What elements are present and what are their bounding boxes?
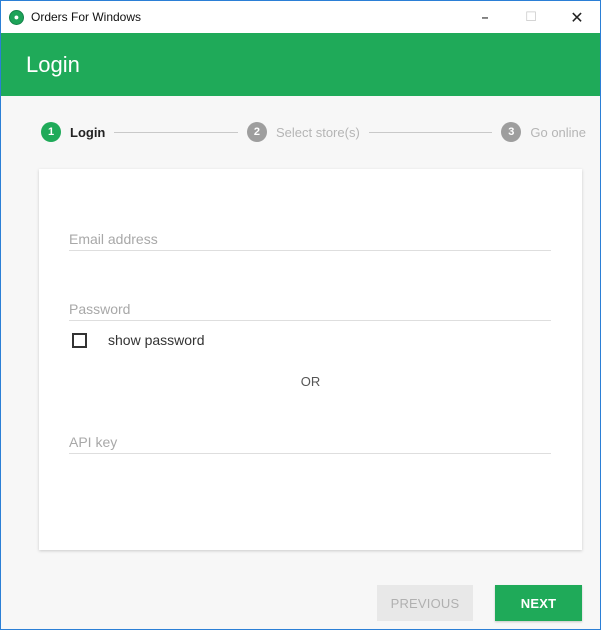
step-number-1: 1 — [41, 122, 61, 142]
checkbox-icon[interactable] — [72, 332, 87, 348]
step-connector — [114, 131, 238, 133]
maximize-icon[interactable]: ☐ — [508, 1, 554, 33]
password-field-container — [69, 289, 551, 321]
login-card: show password OR — [39, 169, 582, 550]
minimize-icon[interactable]: – — [462, 1, 508, 33]
previous-button[interactable]: PREVIOUS — [377, 585, 473, 621]
close-icon[interactable]: ✕ — [554, 1, 600, 33]
step-label-go-online: Go online — [530, 124, 587, 140]
api-key-input[interactable] — [69, 422, 551, 453]
password-input[interactable] — [69, 289, 551, 320]
window-title: Orders For Windows — [31, 10, 142, 24]
step-go-online: 3 Go online — [501, 122, 586, 142]
stepper: 1 Login 2 Select store(s) 3 Go online — [41, 120, 586, 144]
step-select-stores: 2 Select store(s) — [246, 122, 360, 142]
step-login: 1 Login — [41, 122, 105, 142]
email-field-container — [69, 219, 551, 251]
api-key-field-container — [69, 422, 551, 454]
app-logo-icon: ● — [9, 9, 24, 25]
step-connector — [368, 131, 493, 133]
email-input[interactable] — [69, 219, 551, 250]
step-label-login: Login — [70, 124, 106, 140]
show-password-toggle[interactable]: show password — [72, 332, 205, 348]
page-title: Login — [26, 51, 80, 77]
step-number-2: 2 — [246, 122, 267, 142]
show-password-label: show password — [108, 332, 205, 348]
next-button[interactable]: NEXT — [495, 585, 582, 621]
step-label-select-stores: Select store(s) — [275, 124, 360, 140]
app-window: ● Orders For Windows – ☐ ✕ Login 1 Login… — [0, 0, 601, 630]
page-header: Login — [1, 33, 600, 96]
step-number-3: 3 — [501, 122, 522, 142]
or-divider: OR — [300, 374, 321, 389]
window-controls: – ☐ ✕ — [462, 1, 600, 33]
title-bar[interactable]: ● Orders For Windows – ☐ ✕ — [1, 1, 600, 33]
